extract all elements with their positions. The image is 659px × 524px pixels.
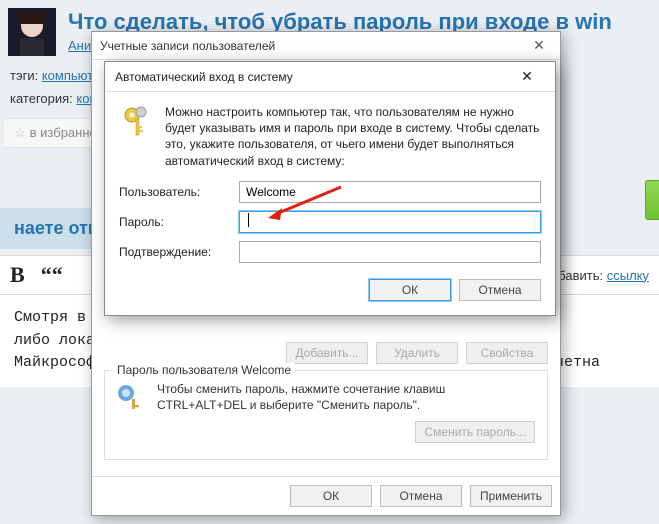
confirm-label: Подтверждение: [119, 245, 239, 259]
dialog-titlebar[interactable]: Учетные записи пользователей ✕ [92, 32, 560, 60]
ok-button[interactable]: ОК [369, 279, 451, 301]
upvote-badge[interactable] [645, 180, 659, 220]
auto-login-dialog: Автоматический вход в систему ✕ Можно на… [104, 61, 556, 316]
confirm-input[interactable] [239, 241, 541, 263]
close-icon[interactable]: ✕ [526, 37, 552, 54]
username-input[interactable] [239, 181, 541, 203]
cancel-button[interactable]: Отмена [459, 279, 541, 301]
avatar [8, 8, 56, 56]
password-input[interactable] [239, 211, 541, 233]
user-props-button: Свойства [466, 342, 548, 364]
dialog-titlebar[interactable]: Автоматический вход в систему ✕ [105, 62, 555, 92]
bold-button[interactable]: B [10, 262, 25, 288]
change-password-button: Сменить пароль... [415, 421, 535, 443]
parent-cancel-button[interactable]: Отмена [380, 485, 462, 507]
star-icon: ☆ [14, 125, 26, 140]
parent-ok-button[interactable]: ОК [290, 485, 372, 507]
password-label: Пароль: [119, 215, 239, 229]
quote-button[interactable]: ““ [41, 262, 63, 288]
close-icon[interactable]: ✕ [509, 66, 545, 88]
add-link-link[interactable]: ссылку [607, 268, 649, 283]
password-groupbox: Пароль пользователя Welcome Чтобы сменит… [104, 370, 548, 460]
parent-apply-button[interactable]: Применить [470, 485, 552, 507]
user-key-icon [115, 381, 147, 413]
username-label: Пользователь: [119, 185, 239, 199]
add-user-button: Добавить... [286, 342, 368, 364]
keys-icon [119, 104, 155, 140]
remove-user-button: Удалить [376, 342, 458, 364]
